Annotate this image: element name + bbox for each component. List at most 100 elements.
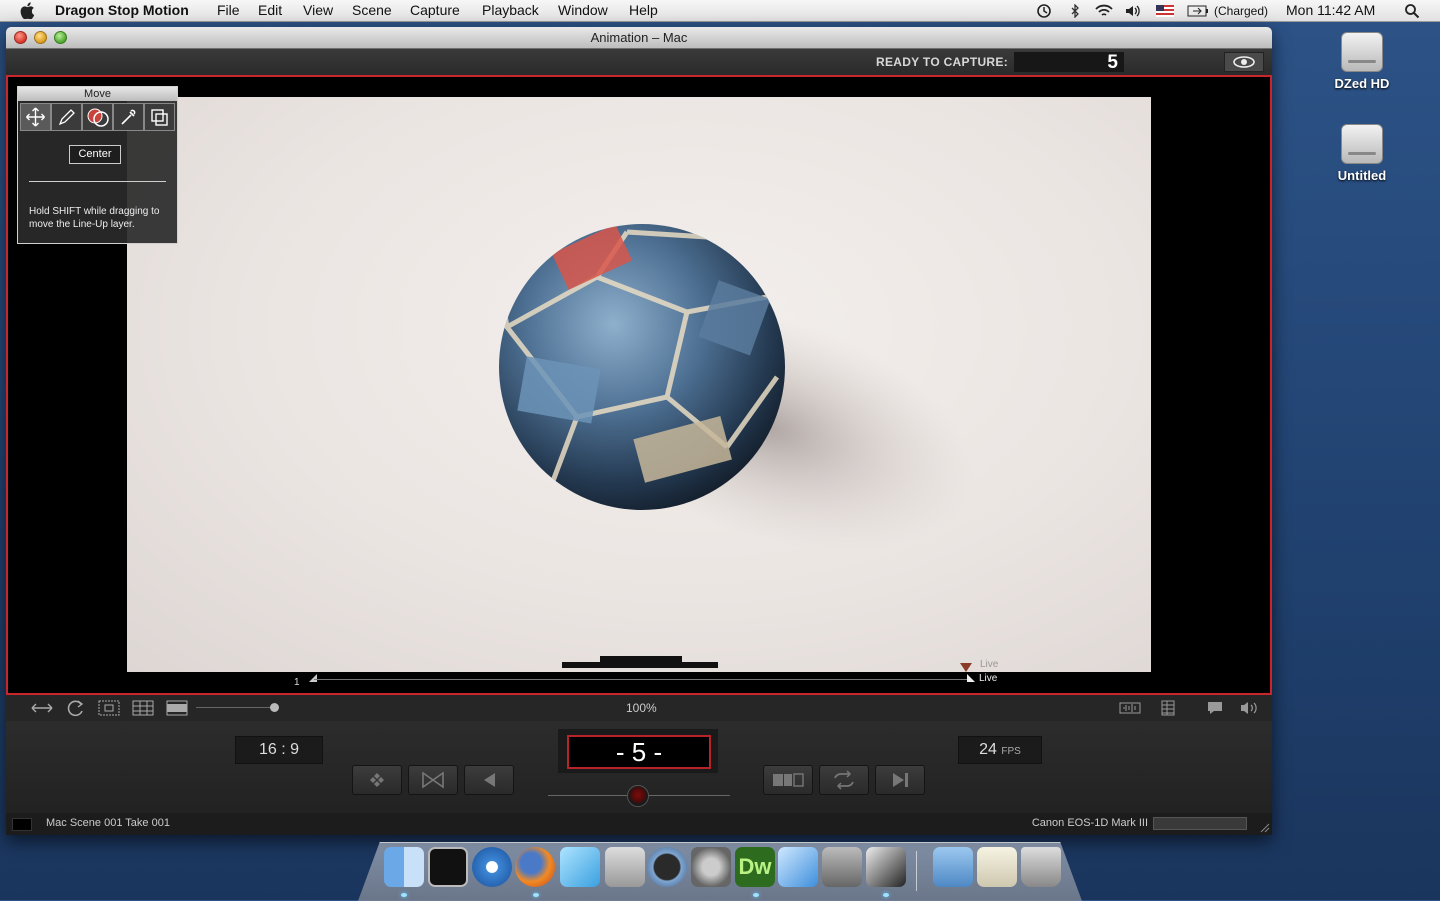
volume-icon[interactable] xyxy=(1124,3,1142,19)
documents-stack-dock-icon[interactable] xyxy=(977,847,1017,887)
frame-rate-selector[interactable]: 24 FPS xyxy=(958,736,1042,764)
wifi-icon[interactable] xyxy=(1094,3,1114,19)
running-indicator xyxy=(883,893,889,897)
battery-icon[interactable] xyxy=(1187,5,1209,17)
aspect-ratio-selector[interactable]: 16 : 9 xyxy=(235,736,323,764)
opacity-slider-knob[interactable] xyxy=(270,703,279,712)
transport-panel: 16 : 9 - 5 - 24 FPS xyxy=(6,721,1272,813)
stamp-ball-photo xyxy=(499,224,975,551)
menu-edit[interactable]: Edit xyxy=(258,2,282,18)
timeline-track[interactable] xyxy=(314,679,969,680)
flip-horizontal-icon[interactable] xyxy=(30,701,54,715)
grid-icon[interactable] xyxy=(132,700,154,716)
eyedropper-tool-button[interactable] xyxy=(113,103,144,131)
zoom-level[interactable]: 100% xyxy=(626,701,657,715)
aspect-ratio-value: 16 : 9 xyxy=(258,741,300,758)
running-indicator xyxy=(753,893,759,897)
loop-icon xyxy=(834,770,854,790)
folder-dock-icon[interactable] xyxy=(933,847,973,887)
capture-count-value: 5 xyxy=(1107,52,1118,73)
audio-waveform-icon[interactable] xyxy=(1119,701,1141,715)
menu-playback[interactable]: Playback xyxy=(482,2,539,18)
go-to-live-icon xyxy=(893,773,908,787)
app-menu-name[interactable]: Dragon Stop Motion xyxy=(55,2,189,18)
timeline-live-position: Live xyxy=(979,673,998,684)
menu-help[interactable]: Help xyxy=(629,2,658,18)
opacity-slider-track[interactable] xyxy=(196,707,276,708)
hard-drive-icon xyxy=(1341,124,1383,164)
timeline-playhead-icon[interactable] xyxy=(966,673,976,683)
app-window: Animation – Mac READY TO CAPTURE: 5 Move… xyxy=(6,27,1272,835)
frame-slider-knob[interactable] xyxy=(627,785,649,807)
draw-tool-button[interactable] xyxy=(51,103,82,131)
resize-grip-icon[interactable] xyxy=(1258,821,1270,833)
status-color-swatch[interactable] xyxy=(12,818,32,831)
spotlight-search-icon[interactable] xyxy=(1404,3,1420,19)
fps-value: 24 xyxy=(979,741,997,758)
eyedropper-icon xyxy=(121,109,136,125)
camera-status-meter xyxy=(1153,817,1247,830)
timeline-live-label: Live xyxy=(980,659,999,670)
eye-icon xyxy=(1233,56,1255,68)
dreamweaver-dock-icon[interactable]: Dw xyxy=(735,847,775,887)
capture-count-display: 5 xyxy=(1014,52,1124,73)
menu-view[interactable]: View xyxy=(303,2,333,18)
battery-status: (Charged) xyxy=(1214,4,1269,18)
desktop-drive-dzed-hd[interactable]: DZed HD xyxy=(1317,32,1407,91)
window-titlebar[interactable]: Animation – Mac xyxy=(6,27,1272,49)
firefox-dock-icon[interactable] xyxy=(515,847,555,887)
palette-title[interactable]: Move xyxy=(18,87,177,101)
view-toolbar: 100% xyxy=(6,695,1272,722)
apple-menu-icon[interactable] xyxy=(19,2,35,19)
toggle-view-button[interactable] xyxy=(763,765,813,795)
menu-capture[interactable]: Capture xyxy=(410,2,460,18)
step-back-button[interactable] xyxy=(464,765,514,795)
window-title: Animation – Mac xyxy=(590,30,688,45)
move-tool-palette[interactable]: Move Center Hold SHIFT while dragging to… xyxy=(17,86,178,244)
system-preferences-dock-icon[interactable] xyxy=(691,847,731,887)
capture-viewer[interactable]: Move Center Hold SHIFT while dragging to… xyxy=(6,75,1272,695)
trash-dock-icon[interactable] xyxy=(1021,847,1061,887)
calculator-dock-icon[interactable] xyxy=(605,847,645,887)
image-capture-dock-icon[interactable] xyxy=(822,847,862,887)
play-from-start-button[interactable] xyxy=(352,765,402,795)
input-flag-icon[interactable] xyxy=(1156,5,1174,17)
menu-file[interactable]: File xyxy=(217,2,240,18)
timeline[interactable]: 1 Live Live xyxy=(10,651,1272,695)
comment-bubble-icon[interactable] xyxy=(1205,700,1225,716)
time-machine-dock-icon[interactable] xyxy=(647,847,687,887)
timeline-start-frame: 1 xyxy=(294,677,300,688)
camera-name: Canon EOS-1D Mark III xyxy=(1031,817,1148,829)
terminal-dock-icon[interactable] xyxy=(428,847,468,887)
bluetooth-icon[interactable] xyxy=(1068,4,1082,18)
menu-window[interactable]: Window xyxy=(558,2,608,18)
running-indicator xyxy=(533,893,539,897)
x-sheet-icon[interactable] xyxy=(1160,700,1176,716)
move-tool-button[interactable] xyxy=(20,103,51,131)
desktop-drive-untitled[interactable]: Untitled xyxy=(1317,124,1407,183)
safe-area-icon[interactable] xyxy=(98,700,120,716)
loop-button[interactable] xyxy=(819,765,869,795)
mask-icon[interactable] xyxy=(166,700,188,716)
center-button[interactable]: Center xyxy=(69,145,121,164)
safari-dock-icon[interactable] xyxy=(472,847,512,887)
timeline-in-marker-icon[interactable] xyxy=(308,673,318,683)
onion-skin-toggle-button[interactable] xyxy=(1224,52,1264,72)
crop-tool-button[interactable] xyxy=(144,103,175,131)
word-app-dock-icon[interactable] xyxy=(778,847,818,887)
fish-app-dock-icon[interactable] xyxy=(560,847,600,887)
finder-dock-icon[interactable] xyxy=(384,847,424,887)
go-to-live-button[interactable] xyxy=(875,765,925,795)
rotate-icon[interactable] xyxy=(66,699,86,717)
menu-scene[interactable]: Scene xyxy=(352,2,392,18)
live-marker-icon xyxy=(960,663,972,672)
time-machine-icon[interactable] xyxy=(1036,3,1052,19)
menubar-clock[interactable]: Mon 11:42 AM xyxy=(1286,2,1375,18)
line-up-layer-tool-button[interactable] xyxy=(82,103,113,131)
dragon-stop-motion-dock-icon[interactable] xyxy=(866,847,906,887)
short-play-button[interactable] xyxy=(408,765,458,795)
live-view-image xyxy=(127,97,1151,672)
speaker-icon[interactable] xyxy=(1239,700,1263,716)
capture-status-bar: READY TO CAPTURE: 5 xyxy=(6,49,1272,75)
menu-bar: Dragon Stop Motion File Edit View Scene … xyxy=(0,0,1440,22)
